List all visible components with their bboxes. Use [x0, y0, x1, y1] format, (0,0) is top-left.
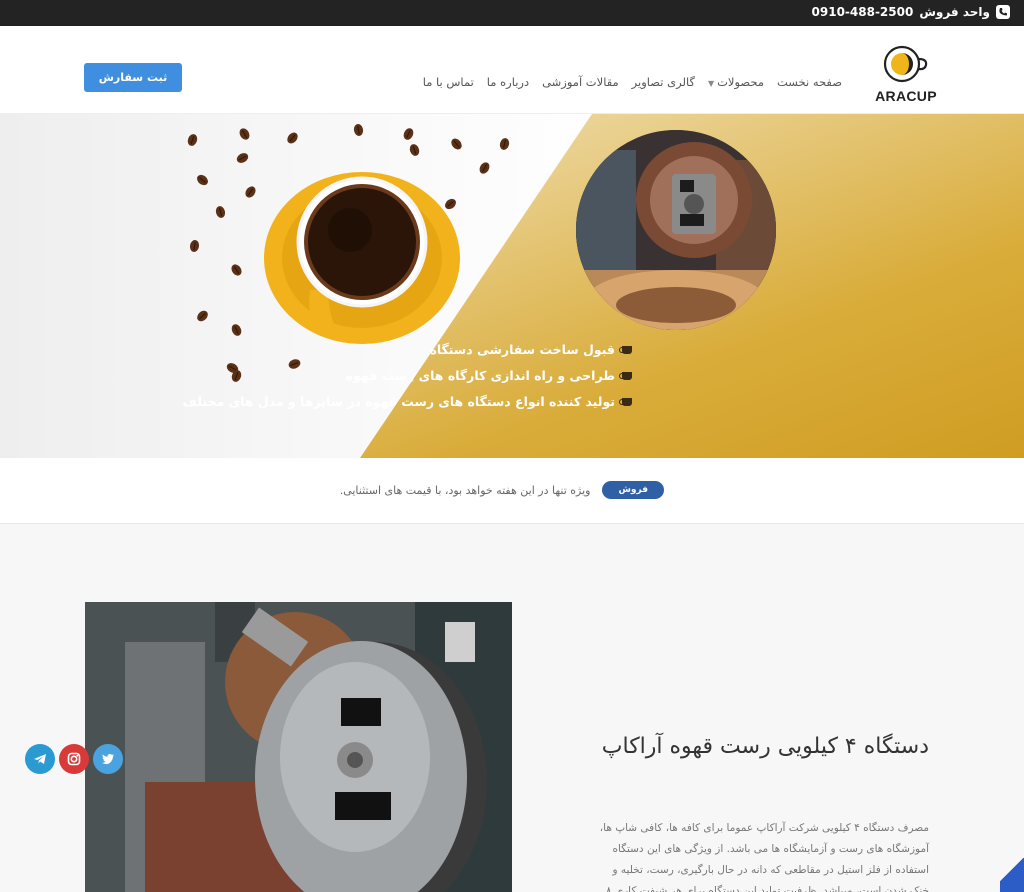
nav-about[interactable]: درباره ما [487, 75, 529, 89]
promo-text: ویژه تنها در این هفته خواهد بود، با قیمت… [339, 483, 591, 497]
product-description: مصرف دستگاه ۴ کیلویی شرکت آراکاپ عموما ب… [599, 822, 929, 892]
cup-logo-icon [883, 45, 928, 83]
sales-contact[interactable]: واحد فروش 0910-488-2500 [812, 5, 1010, 19]
hero-feature: قبول ساخت سفارشی دستگاه [183, 342, 632, 357]
site-logo[interactable]: ARACUP [874, 42, 938, 104]
instagram-icon[interactable] [59, 744, 89, 774]
nav-home[interactable]: صفحه نخست [777, 75, 842, 89]
coffee-cup-icon [619, 345, 632, 354]
social-links [25, 744, 123, 774]
hero-feature: طراحی و راه اندازی کارگاه های رست قهوه [183, 368, 632, 383]
twitter-icon[interactable] [93, 744, 123, 774]
nav-articles[interactable]: مقالات آموزشی [542, 75, 619, 89]
product-title: دستگاه ۴ کیلویی رست قهوه آراکاپ [601, 734, 929, 759]
nav-products[interactable]: محصولات▼ [708, 75, 764, 89]
coffee-cup-icon [619, 397, 632, 406]
product-photo [85, 602, 512, 892]
top-bar: واحد فروش 0910-488-2500 [0, 0, 1024, 26]
hero-feature-text: قبول ساخت سفارشی دستگاه [429, 342, 615, 357]
hero-feature-text: طراحی و راه اندازی کارگاه های رست قهوه [345, 368, 615, 383]
nav-products-label: محصولات [717, 75, 764, 89]
chevron-down-icon: ▼ [707, 79, 715, 88]
nav-gallery[interactable]: گالری تصاویر [632, 75, 695, 89]
sale-badge[interactable]: فروش [602, 481, 664, 499]
hero-banner: قبول ساخت سفارشی دستگاه طراحی و راه اندا… [0, 114, 1024, 458]
order-button[interactable]: ثبت سفارش [84, 63, 182, 92]
coffee-cup-icon [619, 371, 632, 380]
phone-icon [996, 5, 1010, 19]
telegram-icon[interactable] [25, 744, 55, 774]
corner-badge [1000, 858, 1024, 892]
site-header: ARACUP صفحه نخست محصولات▼ گالری تصاویر م… [0, 26, 1024, 114]
hero-last-line-overlay [226, 404, 366, 424]
nav-contact[interactable]: تماس با ما [423, 75, 474, 89]
roaster-machine-image [576, 130, 776, 330]
logo-text: ARACUP [875, 88, 937, 104]
coffee-cup-image [258, 170, 468, 360]
sales-phone[interactable]: 0910-488-2500 [812, 5, 914, 19]
product-section: دستگاه ۴ کیلویی رست قهوه آراکاپ مصرف دست… [0, 524, 1024, 892]
sales-label: واحد فروش [919, 5, 990, 19]
promo-strip: فروش ویژه تنها در این هفته خواهد بود، با… [0, 458, 1024, 524]
main-nav: صفحه نخست محصولات▼ گالری تصاویر مقالات آ… [423, 75, 842, 89]
promo-content: فروش ویژه تنها در این هفته خواهد بود، با… [340, 481, 664, 499]
